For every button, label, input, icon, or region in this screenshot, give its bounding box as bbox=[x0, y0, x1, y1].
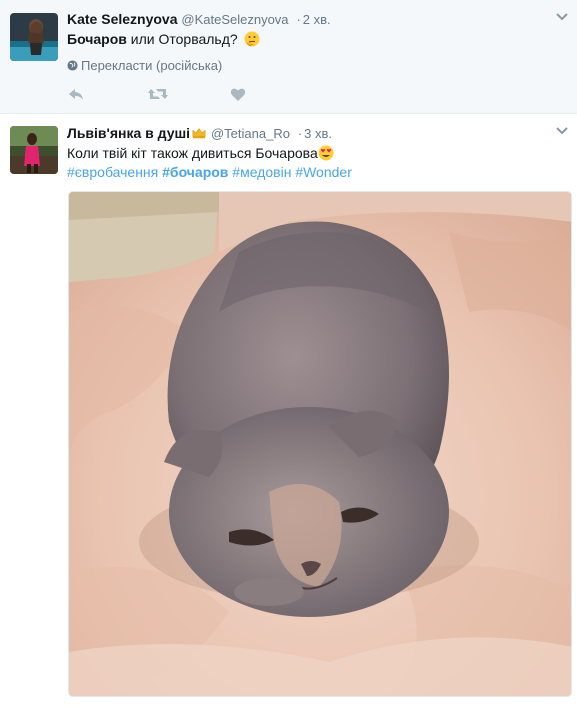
separator: · bbox=[297, 126, 303, 141]
avatar[interactable] bbox=[10, 13, 58, 61]
translate-link[interactable]: Перекласти (російська) bbox=[67, 57, 222, 75]
hashtag-list: #євробачення #бочаров #медовін #Wonder bbox=[67, 163, 352, 181]
chevron-down-icon[interactable] bbox=[555, 12, 569, 22]
separator: · bbox=[296, 12, 301, 27]
retweet-icon[interactable] bbox=[147, 85, 169, 103]
tweet-text: Коли твій кіт також дивиться Бочарова bbox=[67, 143, 334, 163]
timestamp[interactable]: 2 хв. bbox=[303, 12, 331, 27]
tweet-header: Kate Seleznyova @KateSeleznyova · 2 хв. bbox=[67, 10, 331, 29]
tweet-text-rest: или Оторвальд? bbox=[126, 31, 238, 47]
heart-eyes-emoji bbox=[318, 145, 334, 161]
tweet-actions bbox=[67, 85, 367, 103]
timestamp[interactable]: 3 хв. bbox=[304, 126, 332, 141]
globe-icon bbox=[67, 60, 78, 71]
cat-photo[interactable] bbox=[68, 191, 572, 697]
translate-label: Перекласти (російська) bbox=[81, 58, 223, 73]
tweet[interactable]: Kate Seleznyova @KateSeleznyova · 2 хв. Б… bbox=[0, 0, 577, 114]
hashtag-link[interactable]: #бочаров bbox=[162, 164, 228, 180]
screen-name[interactable]: @KateSeleznyova bbox=[181, 12, 288, 27]
crown-emoji bbox=[192, 128, 206, 139]
display-name[interactable]: Львів'янка в душі bbox=[67, 125, 190, 141]
thinking-face-emoji bbox=[244, 31, 260, 47]
hashtag-link[interactable]: #євробачення bbox=[67, 164, 158, 180]
hashtag-link[interactable]: #медовін bbox=[232, 164, 291, 180]
like-icon[interactable] bbox=[230, 85, 246, 103]
display-name[interactable]: Kate Seleznyova bbox=[67, 11, 178, 27]
tweet[interactable]: Львів'янка в душі @Tetiana_Ro · 3 хв. Кол… bbox=[0, 114, 577, 706]
avatar[interactable] bbox=[10, 126, 58, 174]
tweet-text-body: Коли твій кіт також дивиться Бочарова bbox=[67, 145, 318, 161]
chevron-down-icon[interactable] bbox=[555, 126, 569, 136]
tweet-header: Львів'янка в душі @Tetiana_Ro · 3 хв. bbox=[67, 124, 332, 143]
hashtag-link[interactable]: #Wonder bbox=[295, 164, 352, 180]
reply-icon[interactable] bbox=[67, 85, 85, 103]
tweet-text: Бочаров или Оторвальд? bbox=[67, 29, 260, 49]
tweet-text-bold: Бочаров bbox=[67, 31, 127, 47]
screen-name[interactable]: @Tetiana_Ro bbox=[211, 126, 290, 141]
